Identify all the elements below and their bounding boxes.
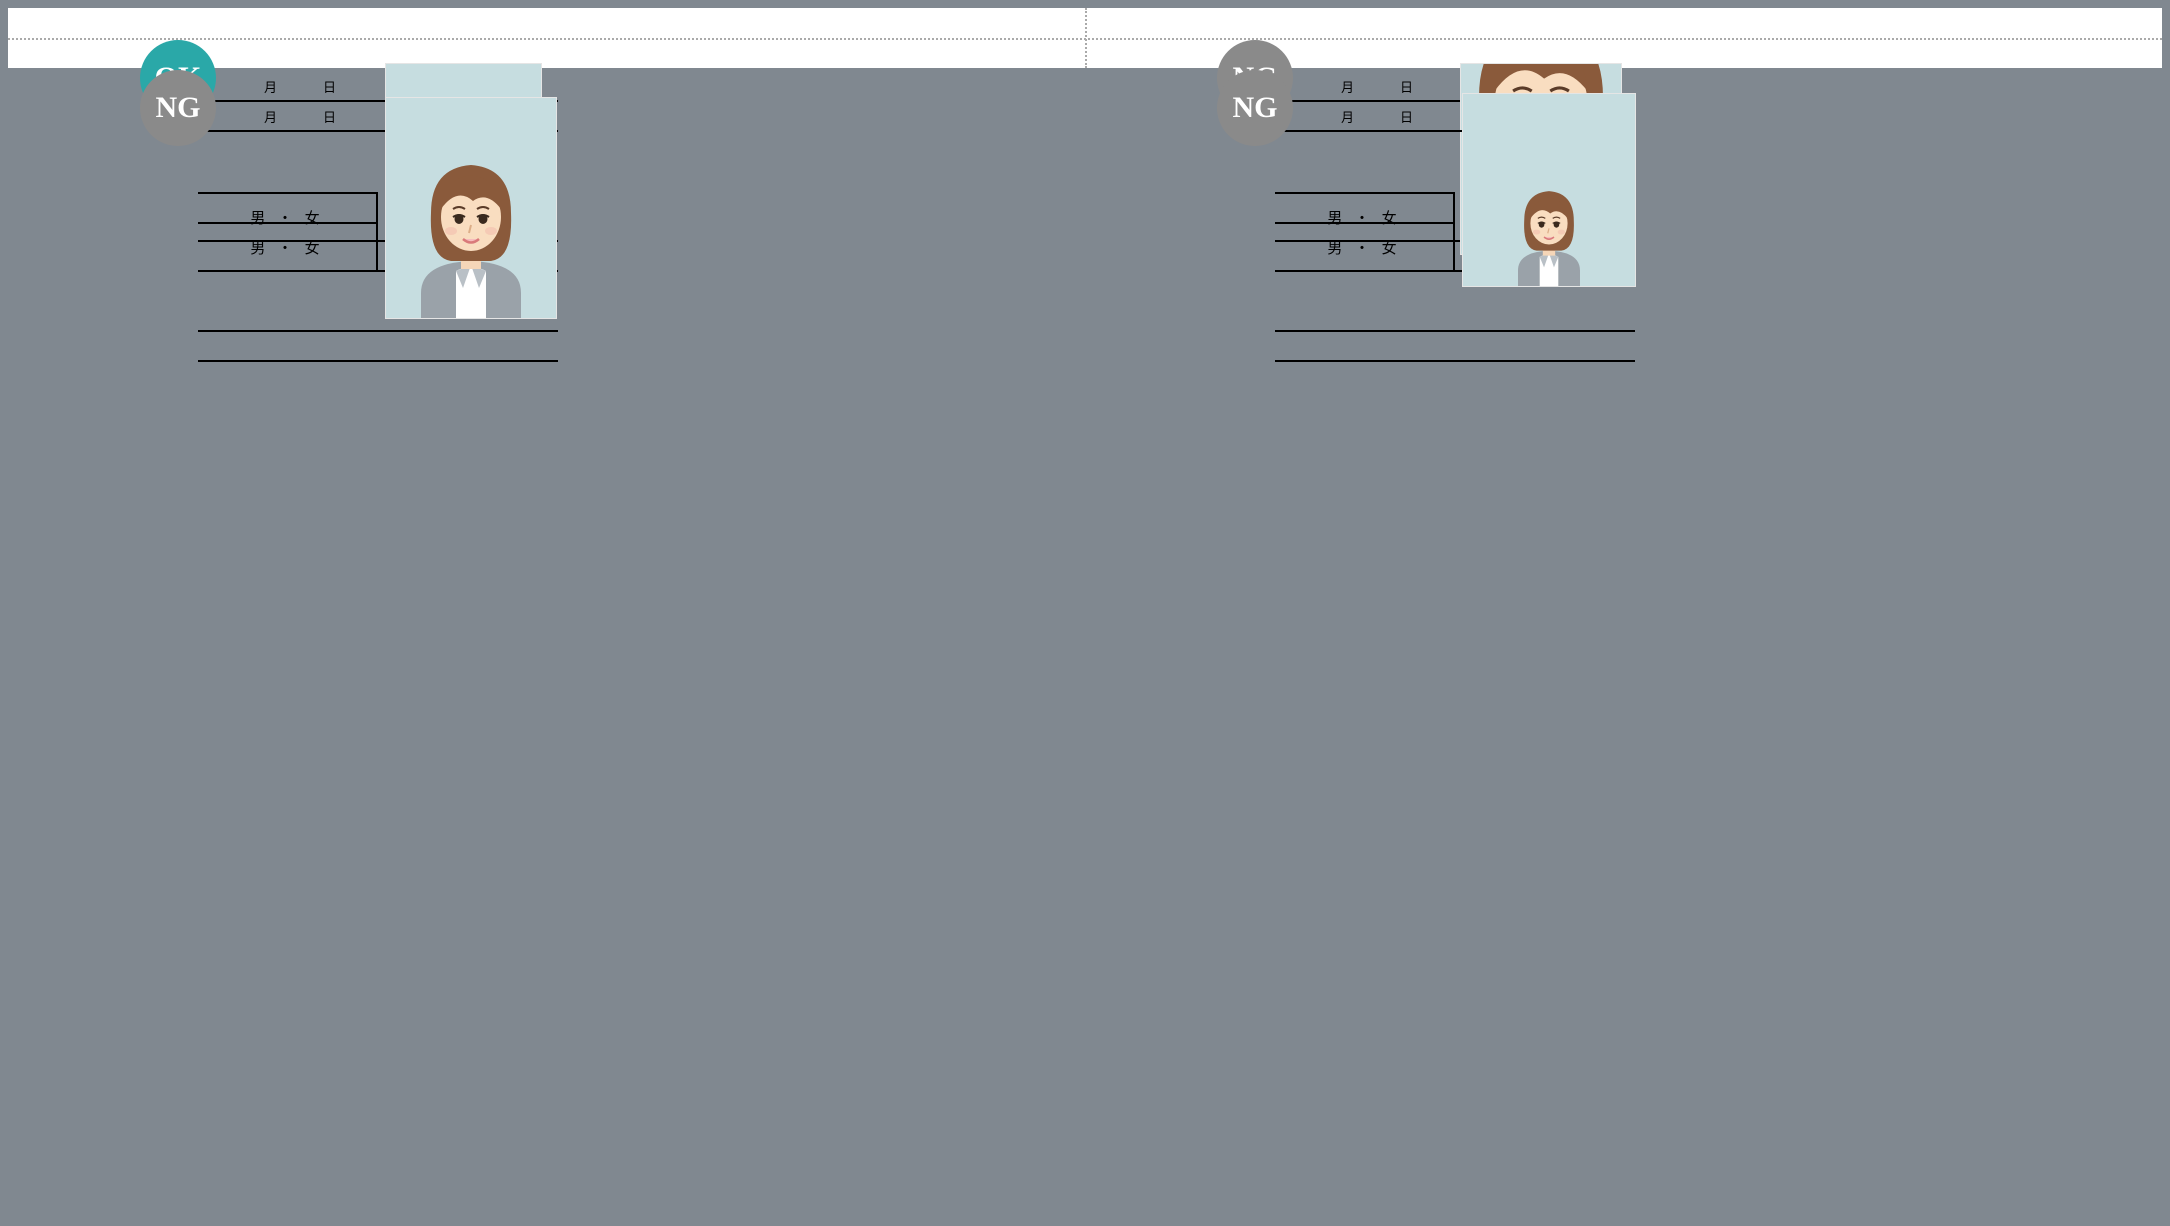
- panel-ng-too-close: NG 月 日 男 ・ 女: [1085, 8, 2162, 38]
- ng-badge: NG: [1217, 70, 1293, 146]
- ng-badge: NG: [140, 70, 216, 146]
- month-label: 月: [1341, 77, 1360, 96]
- day-label: 日: [1400, 77, 1419, 96]
- month-label: 月: [264, 107, 283, 126]
- gender-selector: 男 ・ 女: [198, 222, 378, 272]
- panel-ok-correct-size: OK 月 日 男 ・ 女: [8, 8, 1085, 38]
- person-illustration: [1506, 178, 1593, 287]
- form-line: [1275, 302, 1635, 362]
- gender-selector: 男 ・ 女: [1275, 222, 1455, 272]
- month-label: 月: [1341, 107, 1360, 126]
- person-illustration: [401, 143, 541, 318]
- id-photo: [1463, 94, 1635, 286]
- day-label: 日: [323, 77, 342, 96]
- comparison-grid: OK 月 日 男 ・ 女: [8, 8, 2162, 68]
- month-label: 月: [264, 77, 283, 96]
- id-photo: [386, 98, 556, 318]
- day-label: 日: [323, 107, 342, 126]
- day-label: 日: [1400, 107, 1419, 126]
